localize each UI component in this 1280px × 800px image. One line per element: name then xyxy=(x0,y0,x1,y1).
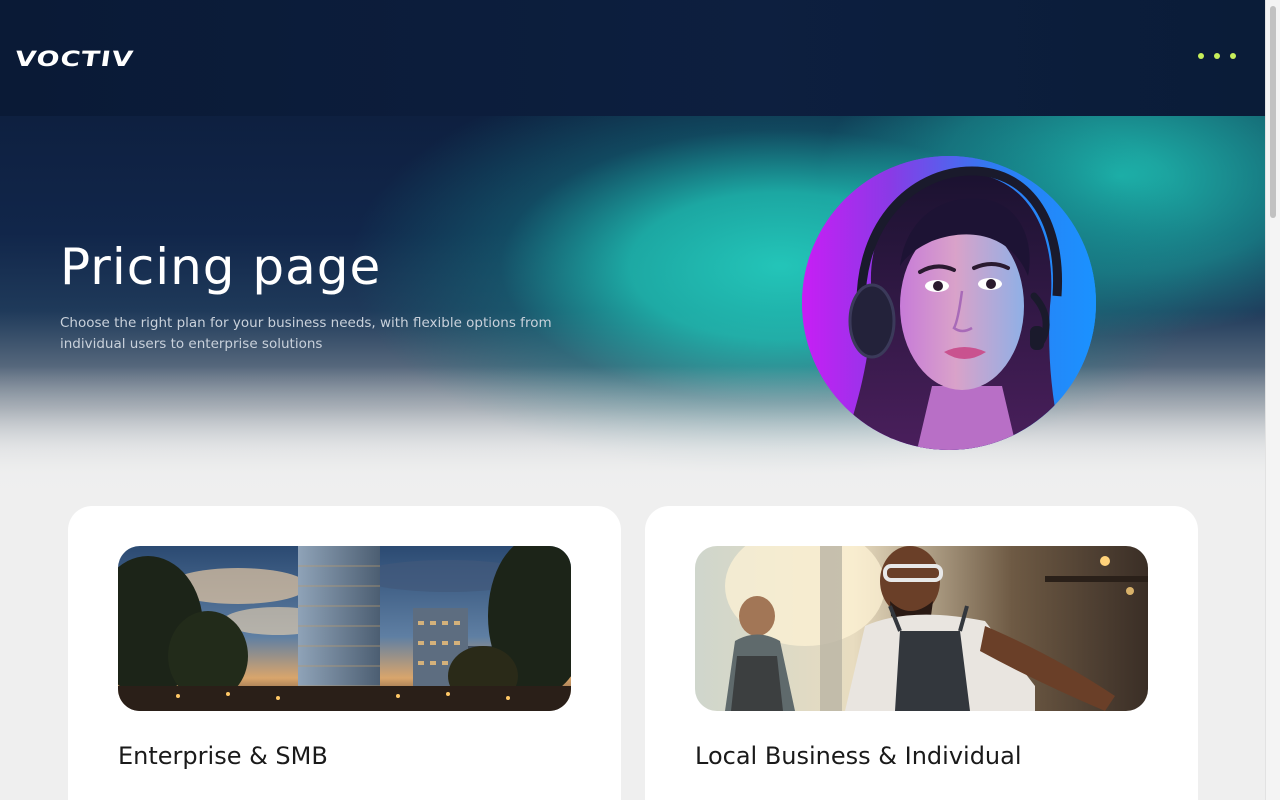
hero-fade-overlay xyxy=(0,366,1266,506)
more-dots-icon[interactable] xyxy=(1198,53,1236,59)
hero-section: Pricing page Choose the right plan for y… xyxy=(0,116,1266,506)
city-office-towers-dusk-photo xyxy=(118,546,571,711)
customer-support-agent-photo xyxy=(802,156,1096,450)
cafe-worker-illustration xyxy=(695,546,1148,711)
menu-dot xyxy=(1230,53,1236,59)
menu-dot xyxy=(1214,53,1220,59)
city-skyline-illustration xyxy=(118,546,571,711)
agent-portrait-illustration xyxy=(802,156,1096,450)
page: VOCTIV Pricing page Choose the right pla… xyxy=(0,0,1280,800)
pricing-card-enterprise[interactable]: Enterprise & SMB xyxy=(68,506,621,800)
card-title: Local Business & Individual xyxy=(695,742,1022,770)
scrollbar-thumb[interactable] xyxy=(1270,6,1276,218)
voctiv-logo[interactable]: VOCTIV xyxy=(13,47,135,71)
vertical-scrollbar[interactable] xyxy=(1265,0,1280,800)
barista-working-cafe-photo xyxy=(695,546,1148,711)
card-title: Enterprise & SMB xyxy=(118,742,328,770)
page-subtitle: Choose the right plan for your business … xyxy=(60,315,552,352)
top-navigation-bar: VOCTIV xyxy=(0,0,1266,116)
page-title: Pricing page xyxy=(60,238,382,296)
menu-dot xyxy=(1198,53,1204,59)
pricing-card-local-business[interactable]: Local Business & Individual xyxy=(645,506,1198,800)
